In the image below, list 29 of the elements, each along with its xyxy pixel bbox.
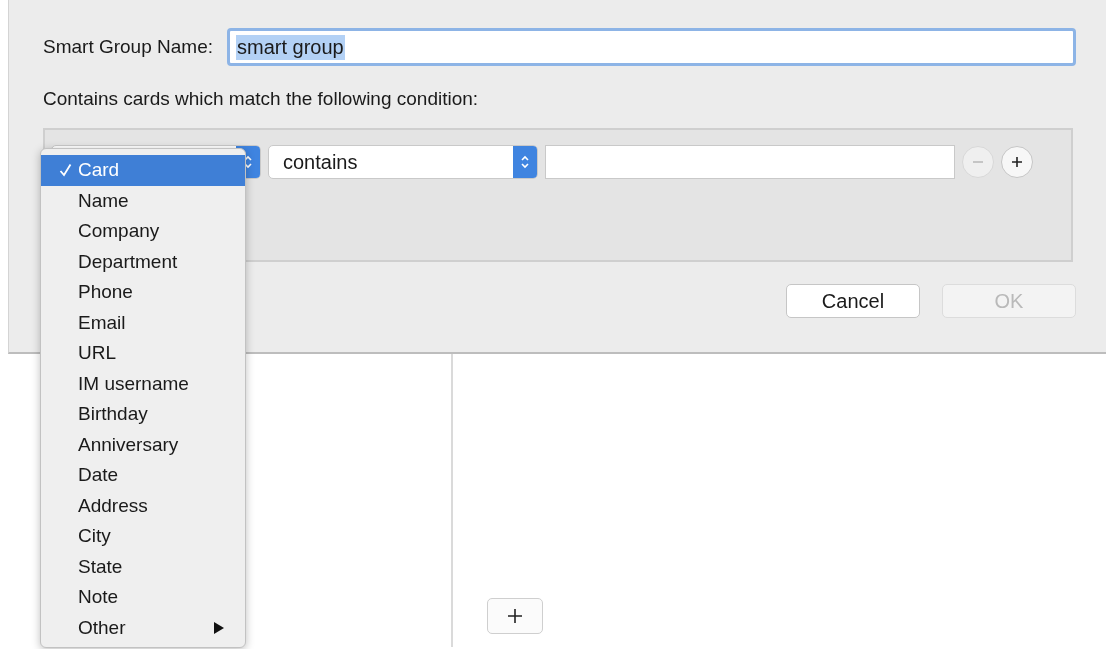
condition-label: Contains cards which match the following condition: (43, 88, 480, 110)
menu-item[interactable]: City (41, 521, 245, 552)
smart-group-name-field[interactable]: smart group (227, 28, 1076, 66)
menu-item[interactable]: Company (41, 216, 245, 247)
checkmark-icon (59, 163, 72, 178)
plus-icon (506, 607, 524, 625)
menu-item[interactable]: Anniversary (41, 429, 245, 460)
smart-group-name-label: Smart Group Name: (43, 36, 213, 58)
menu-item[interactable]: IM username (41, 368, 245, 399)
menu-item[interactable]: Department (41, 246, 245, 277)
menu-item[interactable]: Phone (41, 277, 245, 308)
menu-item[interactable]: Birthday (41, 399, 245, 430)
stepper-icon (513, 146, 537, 178)
add-condition-button[interactable] (1001, 146, 1033, 178)
menu-item[interactable]: Name (41, 185, 245, 216)
add-button[interactable] (487, 598, 543, 634)
menu-item[interactable]: Address (41, 490, 245, 521)
submenu-arrow-icon (213, 620, 225, 635)
menu-item[interactable]: State (41, 551, 245, 582)
cancel-button[interactable]: Cancel (786, 284, 920, 318)
plus-icon (1010, 155, 1024, 169)
condition-value-field[interactable] (545, 145, 955, 179)
menu-item[interactable]: Date (41, 460, 245, 491)
menu-item[interactable]: Card (41, 155, 245, 186)
menu-item[interactable]: URL (41, 338, 245, 369)
menu-item[interactable]: Other (41, 612, 245, 643)
operator-popup[interactable]: contains (268, 145, 538, 179)
menu-item[interactable]: Email (41, 307, 245, 338)
menu-item[interactable]: Note (41, 582, 245, 613)
